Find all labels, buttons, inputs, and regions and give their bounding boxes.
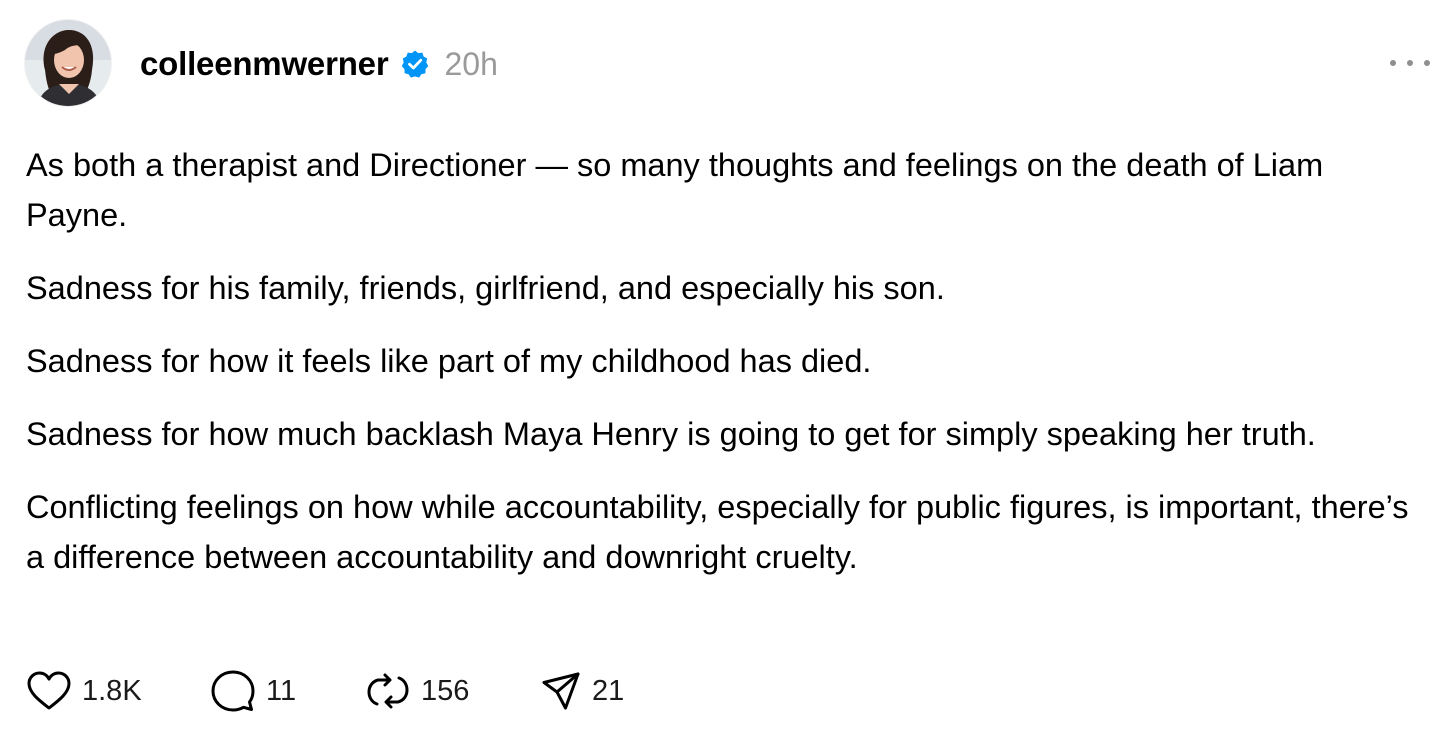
reply-button[interactable]: 11 [210,669,365,713]
ellipsis-icon [1424,60,1430,66]
reply-count: 11 [266,674,297,707]
more-options-button[interactable] [1390,48,1430,78]
share-button[interactable]: 21 [540,670,660,712]
thread-post: colleenmwerner 20h As both a therapist a… [0,0,1456,737]
share-count: 21 [592,674,625,707]
post-paragraph: Sadness for how much backlash Maya Henry… [26,416,1316,452]
ellipsis-icon [1390,60,1396,66]
paper-plane-icon [542,672,580,710]
repost-arrows-icon [367,673,409,709]
post-actions: 1.8K 11 156 21 [26,666,660,716]
comment-bubble-icon [211,670,255,712]
ellipsis-icon [1407,60,1413,66]
post-paragraph: Sadness for how it feels like part of my… [26,343,872,379]
post-paragraph: Sadness for his family, friends, girlfri… [26,270,945,306]
post-header: colleenmwerner 20h [140,40,498,88]
heart-icon [27,671,71,710]
repost-count: 156 [421,674,470,707]
post-paragraph: As both a therapist and Directioner — so… [26,147,1324,233]
avatar[interactable] [25,20,111,106]
post-timestamp[interactable]: 20h [444,46,497,83]
avatar-image [25,20,111,106]
like-count: 1.8K [82,674,142,707]
post-body: As both a therapist and Directioner — so… [26,140,1426,605]
username[interactable]: colleenmwerner [140,45,389,83]
repost-button[interactable]: 156 [365,669,540,713]
post-paragraph: Conflicting feelings on how while accoun… [26,489,1409,575]
verified-badge-icon [400,49,430,79]
like-button[interactable]: 1.8K [26,670,210,712]
